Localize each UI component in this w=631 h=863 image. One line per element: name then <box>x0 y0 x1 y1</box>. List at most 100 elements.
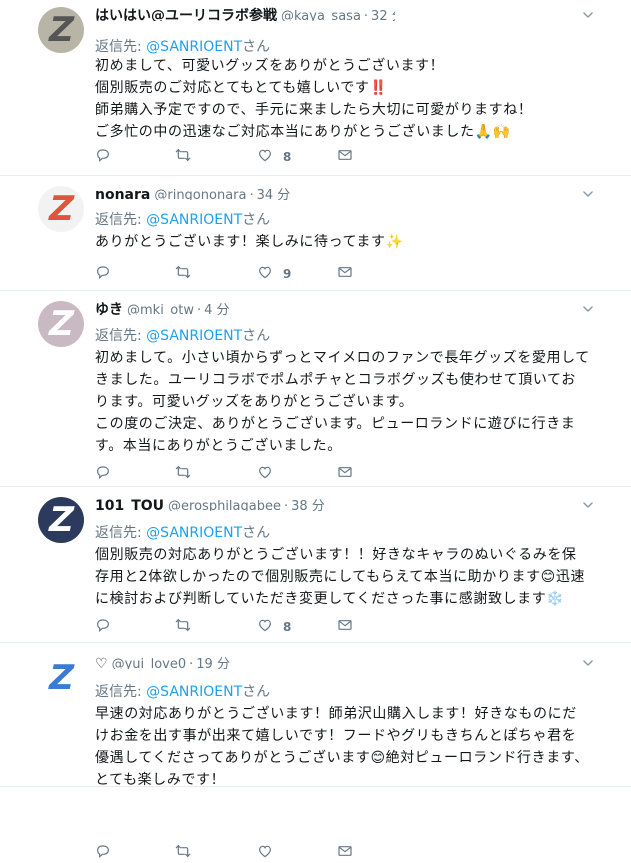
like-button[interactable]: 9 <box>257 264 291 284</box>
direct-message-button[interactable] <box>337 843 353 863</box>
timestamp[interactable]: 34 分 <box>257 184 291 200</box>
reply-button[interactable] <box>95 264 111 284</box>
user-handle[interactable]: @yui_love0 <box>112 657 187 669</box>
reply-icon <box>95 147 111 167</box>
retweet-button[interactable] <box>175 264 191 284</box>
retweet-button[interactable] <box>175 617 191 637</box>
reply-button[interactable] <box>95 617 111 637</box>
avatar[interactable]: Z <box>38 186 84 232</box>
timestamp[interactable]: 19 分 <box>196 653 230 669</box>
envelope-icon <box>337 147 353 167</box>
chevron-down-icon[interactable] <box>581 186 595 200</box>
like-count: 8 <box>283 150 292 164</box>
timestamp[interactable]: 4 分 <box>204 299 229 315</box>
retweet-button[interactable] <box>175 464 191 484</box>
like-button[interactable] <box>257 464 283 484</box>
reply-to-label: 返信先: <box>95 684 147 700</box>
direct-message-button[interactable] <box>337 617 353 637</box>
separator-dot: · <box>197 303 202 315</box>
avatar-logo-icon: Z <box>44 10 78 50</box>
user-handle[interactable]: @mki_otw <box>127 303 194 315</box>
timestamp[interactable]: 32 分 <box>371 5 395 21</box>
display-name[interactable]: はいはい@ユーリコラボ参戦 <box>95 5 277 21</box>
envelope-icon <box>337 617 353 637</box>
chevron-down-icon[interactable] <box>581 655 595 669</box>
avatar[interactable]: Z <box>38 301 84 347</box>
user-handle[interactable]: @erosphilagabee <box>168 499 281 511</box>
like-button[interactable]: 8 <box>257 147 291 167</box>
chevron-down-icon[interactable] <box>581 301 595 315</box>
tweet-actions: 8 <box>95 617 395 634</box>
separator-dot: · <box>189 657 194 669</box>
separator-dot: · <box>363 9 369 21</box>
direct-message-button[interactable] <box>337 264 353 284</box>
heart-icon <box>257 264 273 284</box>
reply-mention-link[interactable]: @SANRIOENT <box>146 328 242 344</box>
reply-to-label: 返信先: <box>95 328 147 344</box>
reply-to: 返信先: @SANRIOENTさん <box>95 209 270 229</box>
tweet-text: 初めまして、可愛いグッズをありがとうございます！ 個別販売のご対応とてもとても嬉… <box>95 58 533 140</box>
like-button[interactable]: 8 <box>257 617 291 637</box>
tweet[interactable]: Z はいはい@ユーリコラボ参戦 @kaya_sasa · 32 分 返信先: @… <box>0 0 631 176</box>
chevron-down-icon[interactable] <box>581 497 595 511</box>
reply-to-label: 返信先: <box>95 39 147 55</box>
direct-message-button[interactable] <box>337 464 353 484</box>
retweet-icon <box>175 464 191 484</box>
timestamp[interactable]: 38 分 <box>291 495 325 511</box>
reply-mention-link[interactable]: @SANRIOENT <box>146 212 242 228</box>
reply-to-label: 返信先: <box>95 525 147 541</box>
avatar-logo-icon: Z <box>44 500 78 540</box>
reply-icon <box>95 843 111 863</box>
tweet-actions <box>95 843 395 859</box>
avatar[interactable]: Z <box>38 655 84 701</box>
retweet-button[interactable] <box>175 843 191 863</box>
reply-button[interactable] <box>95 843 111 863</box>
reply-mention-link[interactable]: @SANRIOENT <box>146 525 242 541</box>
reply-to: 返信先: @SANRIOENTさん <box>95 36 270 56</box>
heart-icon <box>257 464 273 484</box>
reply-to-suffix: さん <box>242 212 271 228</box>
avatar-logo-icon: Z <box>44 658 78 698</box>
heart-icon <box>257 147 273 167</box>
display-name[interactable]: ゆき <box>95 299 123 315</box>
tweet-text: 早速の対応ありがとうございます！師弟沢山購入します！好きなものにだけお金を出す事… <box>95 706 589 788</box>
avatar[interactable]: Z <box>38 7 84 53</box>
reply-to: 返信先: @SANRIOENTさん <box>95 522 270 542</box>
reply-to-suffix: さん <box>242 39 271 55</box>
direct-message-button[interactable] <box>337 147 353 167</box>
tweet[interactable]: Z ♡ @yui_love0 · 19 分 返信先: @SANRIOENTさん … <box>0 643 631 858</box>
separator-dot: · <box>249 188 254 200</box>
display-name[interactable]: nonara <box>95 187 150 200</box>
reply-mention-link[interactable]: @SANRIOENT <box>146 684 242 700</box>
separator-dot: · <box>283 499 289 511</box>
chevron-down-icon[interactable] <box>581 7 595 21</box>
tweet[interactable]: Z 101_TOU @erosphilagabee · 38 分 返信先: @S… <box>0 487 631 643</box>
reply-to: 返信先: @SANRIOENTさん <box>95 325 270 345</box>
reply-mention-link[interactable]: @SANRIOENT <box>146 39 242 55</box>
reply-icon <box>95 264 111 284</box>
heart-icon <box>257 843 273 863</box>
like-count: 8 <box>283 620 292 634</box>
tweet-actions <box>95 464 395 480</box>
reply-icon <box>95 464 111 484</box>
reply-to-suffix: さん <box>242 684 271 700</box>
envelope-icon <box>337 264 353 284</box>
reply-button[interactable] <box>95 464 111 484</box>
display-name[interactable]: ♡ <box>95 656 108 669</box>
avatar-logo-icon: Z <box>44 304 78 344</box>
retweet-icon <box>175 264 191 284</box>
display-name[interactable]: 101_TOU <box>95 498 164 511</box>
user-handle[interactable]: @ringononara <box>154 188 246 200</box>
like-count: 9 <box>283 267 292 281</box>
retweet-button[interactable] <box>175 147 191 167</box>
heart-icon <box>257 617 273 637</box>
like-button[interactable] <box>257 843 283 863</box>
user-handle[interactable]: @kaya_sasa <box>281 9 361 21</box>
reply-button[interactable] <box>95 147 111 167</box>
tweet[interactable]: Z ゆき @mki_otw · 4 分 返信先: @SANRIOENTさん 初め… <box>0 291 631 487</box>
tweet[interactable]: Z nonara @ringononara · 34 分 返信先: @SANRI… <box>0 176 631 291</box>
retweet-icon <box>175 147 191 167</box>
reply-icon <box>95 617 111 637</box>
tweet-text: 個別販売の対応ありがとうございます！！好きなキャラのぬいぐるみを保存用と2体欲し… <box>95 547 586 607</box>
avatar[interactable]: Z <box>38 497 84 543</box>
